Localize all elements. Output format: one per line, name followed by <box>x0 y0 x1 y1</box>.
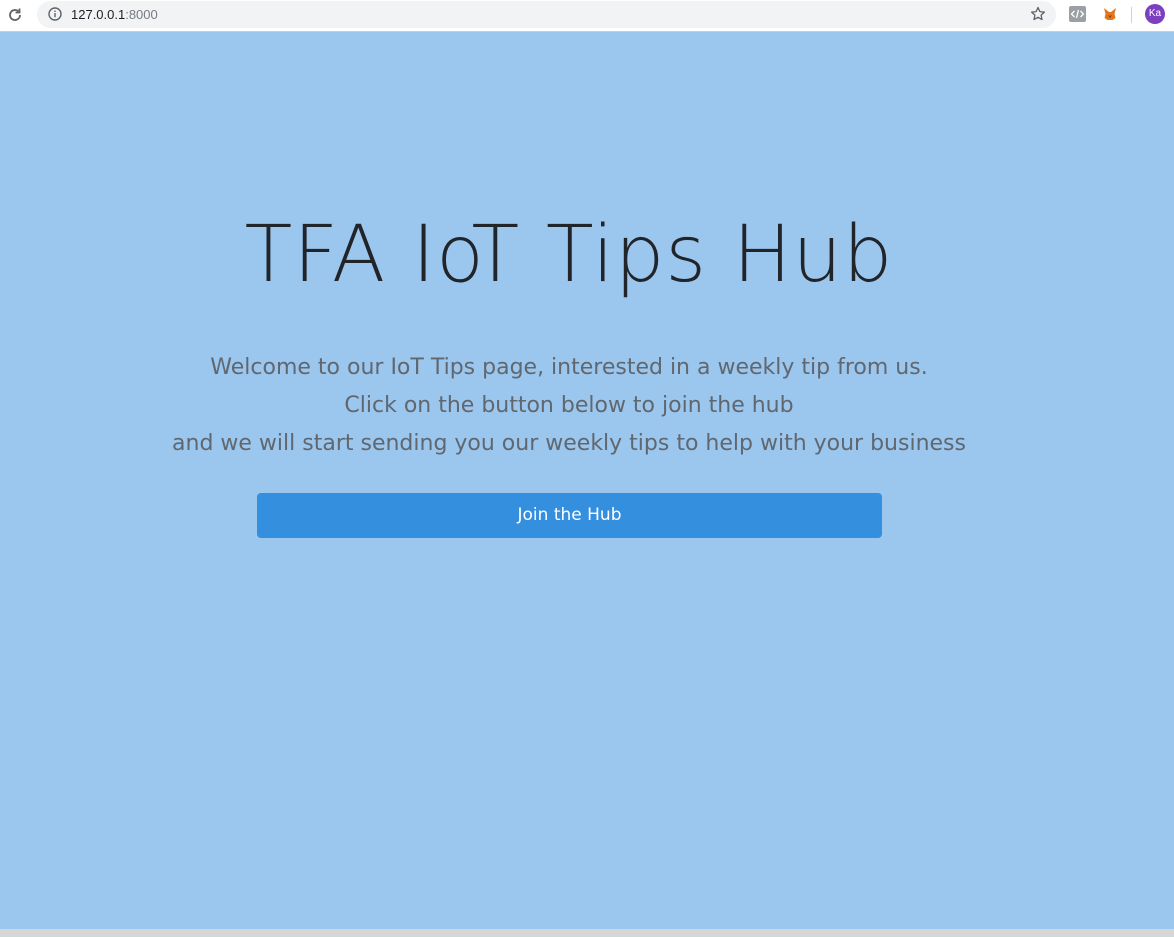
hero-title: TFA IoT Tips Hub <box>244 210 894 300</box>
reload-icon[interactable] <box>5 5 25 25</box>
join-hub-button[interactable]: Join the Hub <box>257 493 882 538</box>
url-text[interactable]: 127.0.0.1:8000 <box>71 7 158 22</box>
star-icon[interactable] <box>1029 5 1047 23</box>
url-host: 127.0.0.1 <box>71 7 126 22</box>
toolbar-divider <box>1131 7 1132 23</box>
url-port: :8000 <box>125 7 158 22</box>
hero-line-welcome: Welcome to our IoT Tips page, interested… <box>210 355 928 380</box>
fox-extension-icon[interactable] <box>1102 6 1118 22</box>
address-bar[interactable]: 127.0.0.1:8000 <box>37 1 1056 28</box>
code-extension-icon[interactable] <box>1069 6 1086 22</box>
hero-line-instruction: Click on the button below to join the hu… <box>344 393 794 418</box>
hero-line-benefit: and we will start sending you our weekly… <box>172 431 966 456</box>
page-content: TFA IoT Tips Hub Welcome to our IoT Tips… <box>0 33 1174 929</box>
hero-description: Welcome to our IoT Tips page, interested… <box>0 349 1138 463</box>
profile-avatar[interactable]: Ka <box>1145 4 1165 24</box>
browser-toolbar: 127.0.0.1:8000 Ka <box>0 0 1174 32</box>
info-icon[interactable] <box>48 7 62 21</box>
bottom-scroll-strip <box>0 929 1174 937</box>
